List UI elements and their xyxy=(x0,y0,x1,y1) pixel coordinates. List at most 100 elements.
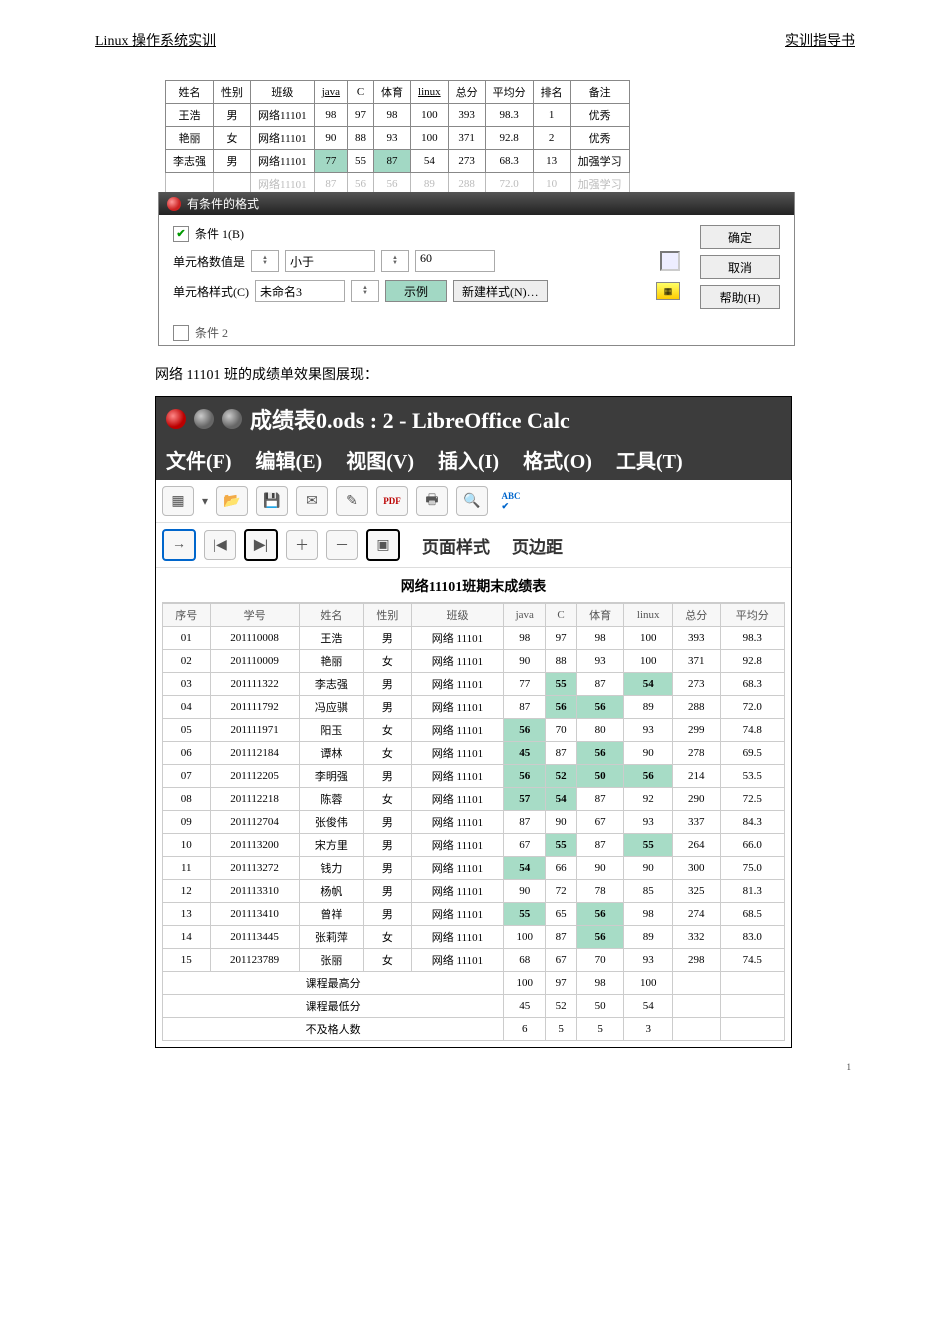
example-button[interactable]: 示例 xyxy=(385,280,447,302)
page-margin-label[interactable]: 页边距 xyxy=(512,533,563,558)
new-style-button[interactable]: 新建样式(N)… xyxy=(453,280,548,302)
spellcheck-icon[interactable]: ABC✔ xyxy=(496,487,526,515)
condition1-checkbox[interactable]: ✔ xyxy=(173,226,189,242)
cell: 网络 11101 xyxy=(411,719,504,742)
operator-stepper[interactable]: ▲▼ xyxy=(381,250,409,272)
menu-item[interactable]: 视图(V) xyxy=(346,445,414,474)
cell: 69.5 xyxy=(720,742,785,765)
window-maximize-icon[interactable] xyxy=(222,409,242,429)
close-icon[interactable] xyxy=(167,197,181,211)
cell: 网络 11101 xyxy=(411,627,504,650)
window-minimize-icon[interactable] xyxy=(194,409,214,429)
help-button[interactable]: 帮助(H) xyxy=(700,285,780,309)
cell: 100 xyxy=(411,127,449,150)
cell: 女 xyxy=(364,926,412,949)
print-icon[interactable]: 🖶 xyxy=(416,486,448,516)
cell: 371 xyxy=(448,127,485,150)
t1-header: linux xyxy=(411,81,449,104)
zoom-out-icon[interactable]: － xyxy=(326,530,358,560)
cell: 67 xyxy=(576,811,624,834)
window-titlebar: 成绩表0.ods : 2 - LibreOffice Calc xyxy=(156,397,791,441)
t2-header: 性别 xyxy=(364,604,412,627)
threshold-input[interactable]: 60 xyxy=(415,250,495,272)
cell-value-stepper[interactable]: ▲▼ xyxy=(251,250,279,272)
cell: 艳丽 xyxy=(166,127,214,150)
cell: 男 xyxy=(364,857,412,880)
style-select[interactable]: 未命名3 xyxy=(255,280,345,302)
ok-button[interactable]: 确定 xyxy=(700,225,780,249)
operator-select[interactable]: 小于 xyxy=(285,250,375,272)
cell: 优秀 xyxy=(570,104,629,127)
cell: 72.0 xyxy=(720,696,785,719)
cell: 53.5 xyxy=(720,765,785,788)
cell: 网络11101 xyxy=(251,104,315,127)
menu-item[interactable]: 工具(T) xyxy=(616,445,683,474)
cell: 男 xyxy=(364,765,412,788)
pattern-swatch[interactable]: ▦ xyxy=(656,282,680,300)
style-stepper[interactable]: ▲▼ xyxy=(351,280,379,302)
cell: 92 xyxy=(624,788,673,811)
edit-icon[interactable]: ✎ xyxy=(336,486,368,516)
menu-item[interactable]: 格式(O) xyxy=(523,445,592,474)
cell: 网络11101 xyxy=(251,127,315,150)
summary-label: 课程最高分 xyxy=(163,972,504,995)
cell: 网络 11101 xyxy=(411,857,504,880)
summary-cell xyxy=(672,1018,720,1041)
cell: 90 xyxy=(314,127,347,150)
cell: 04 xyxy=(163,696,211,719)
cancel-button[interactable]: 取消 xyxy=(700,255,780,279)
cell: 钱力 xyxy=(299,857,363,880)
menu-item[interactable]: 文件(F) xyxy=(166,445,232,474)
zoom-in-icon[interactable]: ＋ xyxy=(286,530,318,560)
cell: 68.3 xyxy=(720,673,785,696)
cell: 55 xyxy=(348,150,374,173)
cell: 201111971 xyxy=(210,719,299,742)
cell: 曾祥 xyxy=(299,903,363,926)
cell: 2 xyxy=(533,127,570,150)
page-style-label[interactable]: 页面样式 xyxy=(422,533,490,558)
color-swatch[interactable] xyxy=(660,251,680,271)
preview-icon[interactable]: 🔍 xyxy=(456,486,488,516)
nav-last-icon[interactable]: ▶| xyxy=(244,529,278,561)
table-row: 15201123789张丽女网络 111016867709329874.5 xyxy=(163,949,785,972)
summary-cell xyxy=(720,1018,785,1041)
fullscreen-icon[interactable]: ▣ xyxy=(366,529,400,561)
grades-table: 序号学号姓名性别班级javaC体育linux总分平均分 01201110008王… xyxy=(162,603,785,1041)
menu-item[interactable]: 编辑(E) xyxy=(256,445,323,474)
cell: 337 xyxy=(672,811,720,834)
open-icon[interactable]: 📂 xyxy=(216,486,248,516)
cell: 网络 11101 xyxy=(411,834,504,857)
cell: 87 xyxy=(504,811,546,834)
cell: 98 xyxy=(374,104,411,127)
condition2-label: 条件 2 xyxy=(195,324,228,341)
cell: 网络 11101 xyxy=(411,926,504,949)
window-title: 成绩表0.ods : 2 - LibreOffice Calc xyxy=(250,403,570,435)
cell: 93 xyxy=(624,719,673,742)
cell: 14 xyxy=(163,926,211,949)
cell: 201112704 xyxy=(210,811,299,834)
cell: 15 xyxy=(163,949,211,972)
cell: 83.0 xyxy=(720,926,785,949)
cell: 05 xyxy=(163,719,211,742)
summary-cell: 54 xyxy=(624,995,673,1018)
cell: 87 xyxy=(504,696,546,719)
save-icon[interactable]: 💾 xyxy=(256,486,288,516)
cell: 90 xyxy=(624,857,673,880)
cell: 90 xyxy=(624,742,673,765)
cell: 57 xyxy=(504,788,546,811)
window-close-icon[interactable] xyxy=(166,409,186,429)
pdf-export-icon[interactable]: PDF xyxy=(376,486,408,516)
nav-next-icon[interactable]: → xyxy=(162,529,196,561)
email-icon[interactable]: ✉ xyxy=(296,486,328,516)
cell: 88 xyxy=(348,127,374,150)
main-menu[interactable]: 文件(F) 编辑(E) 视图(V) 插入(I) 格式(O) 工具(T) xyxy=(156,441,791,480)
nav-first-icon[interactable]: |◀ xyxy=(204,530,236,560)
t1-header: java xyxy=(314,81,347,104)
cell: 网络 11101 xyxy=(411,765,504,788)
condition2-checkbox[interactable]: ✔ xyxy=(173,325,189,341)
cell: 92.8 xyxy=(485,127,533,150)
cell: 男 xyxy=(364,673,412,696)
cell: 男 xyxy=(214,150,251,173)
menu-item[interactable]: 插入(I) xyxy=(438,445,499,474)
new-icon[interactable]: ▦ xyxy=(162,486,194,516)
